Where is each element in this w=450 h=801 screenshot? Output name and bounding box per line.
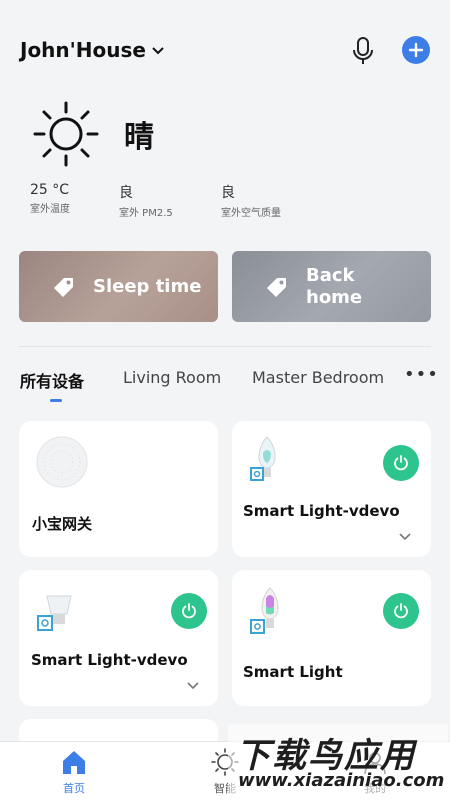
scene-back-home[interactable]: Back home	[232, 251, 431, 322]
add-device-button[interactable]	[402, 36, 430, 64]
power-icon	[182, 603, 196, 619]
tab-all-devices[interactable]: 所有设备	[20, 368, 84, 392]
more-tabs-button[interactable]: •••	[404, 364, 439, 385]
divider	[19, 346, 431, 347]
tab-living-room[interactable]: Living Room	[123, 368, 221, 387]
active-tab-indicator	[50, 399, 62, 402]
scene-sleep-time[interactable]: Sleep time	[19, 251, 218, 322]
bulb-icon	[250, 436, 276, 481]
tag-icon	[267, 277, 286, 297]
home-name: John'House	[20, 38, 146, 62]
gateway-icon	[36, 436, 88, 488]
power-icon	[394, 455, 408, 471]
device-card-gateway[interactable]: 小宝网关	[19, 421, 218, 557]
weather-condition: 晴	[124, 120, 154, 155]
chevron-down-icon[interactable]	[399, 533, 411, 541]
bulb-icon	[250, 587, 279, 634]
tag-icon	[54, 277, 73, 297]
sun-icon	[33, 101, 99, 167]
device-card-smart-light-2[interactable]: Smart Light-vdevo	[19, 570, 218, 706]
metric-value: 良	[119, 185, 133, 201]
outdoor-air-quality: 良 室外空气质量	[221, 182, 281, 219]
scene-label: Sleep time	[93, 276, 202, 297]
metric-label: 室外 PM2.5	[119, 208, 173, 219]
device-name: 小宝网关	[32, 515, 93, 533]
microphone-icon[interactable]	[350, 36, 376, 66]
outdoor-temperature: 25 °C 室外温度	[30, 182, 70, 215]
scene-label-line2: home	[306, 286, 363, 308]
metric-label: 室外空气质量	[221, 208, 281, 219]
watermark: 下载鸟应用 www.xiazainiao.com	[228, 724, 448, 800]
tab-master-bedroom[interactable]: Master Bedroom	[252, 368, 384, 387]
power-icon	[394, 603, 408, 619]
outdoor-pm25: 良 室外 PM2.5	[119, 182, 173, 219]
home-selector[interactable]: John'House	[20, 38, 164, 62]
device-name: Smart Light-vdevo	[243, 502, 400, 520]
device-card-smart-light-1[interactable]: Smart Light-vdevo	[232, 421, 431, 557]
power-toggle[interactable]	[171, 593, 207, 629]
power-toggle[interactable]	[383, 593, 419, 629]
device-card-smart-light-3[interactable]: Smart Light	[232, 570, 431, 706]
scene-label: Back home	[306, 265, 362, 309]
spotlight-icon	[37, 595, 72, 631]
chevron-down-icon[interactable]	[187, 682, 199, 690]
device-name: Smart Light	[243, 663, 343, 681]
metric-value: 良	[221, 185, 235, 201]
metric-label: 室外温度	[30, 204, 70, 215]
home-icon	[63, 751, 85, 774]
nav-label: 首页	[63, 782, 85, 795]
chevron-down-icon	[152, 47, 164, 55]
device-name: Smart Light-vdevo	[31, 651, 188, 669]
metric-value: 25 °C	[30, 182, 70, 198]
scene-label-line1: Back	[306, 264, 355, 286]
power-toggle[interactable]	[383, 445, 419, 481]
watermark-url: www.xiazainiao.com	[238, 770, 445, 791]
nav-home[interactable]: 首页	[29, 748, 119, 796]
plus-icon	[408, 42, 424, 58]
